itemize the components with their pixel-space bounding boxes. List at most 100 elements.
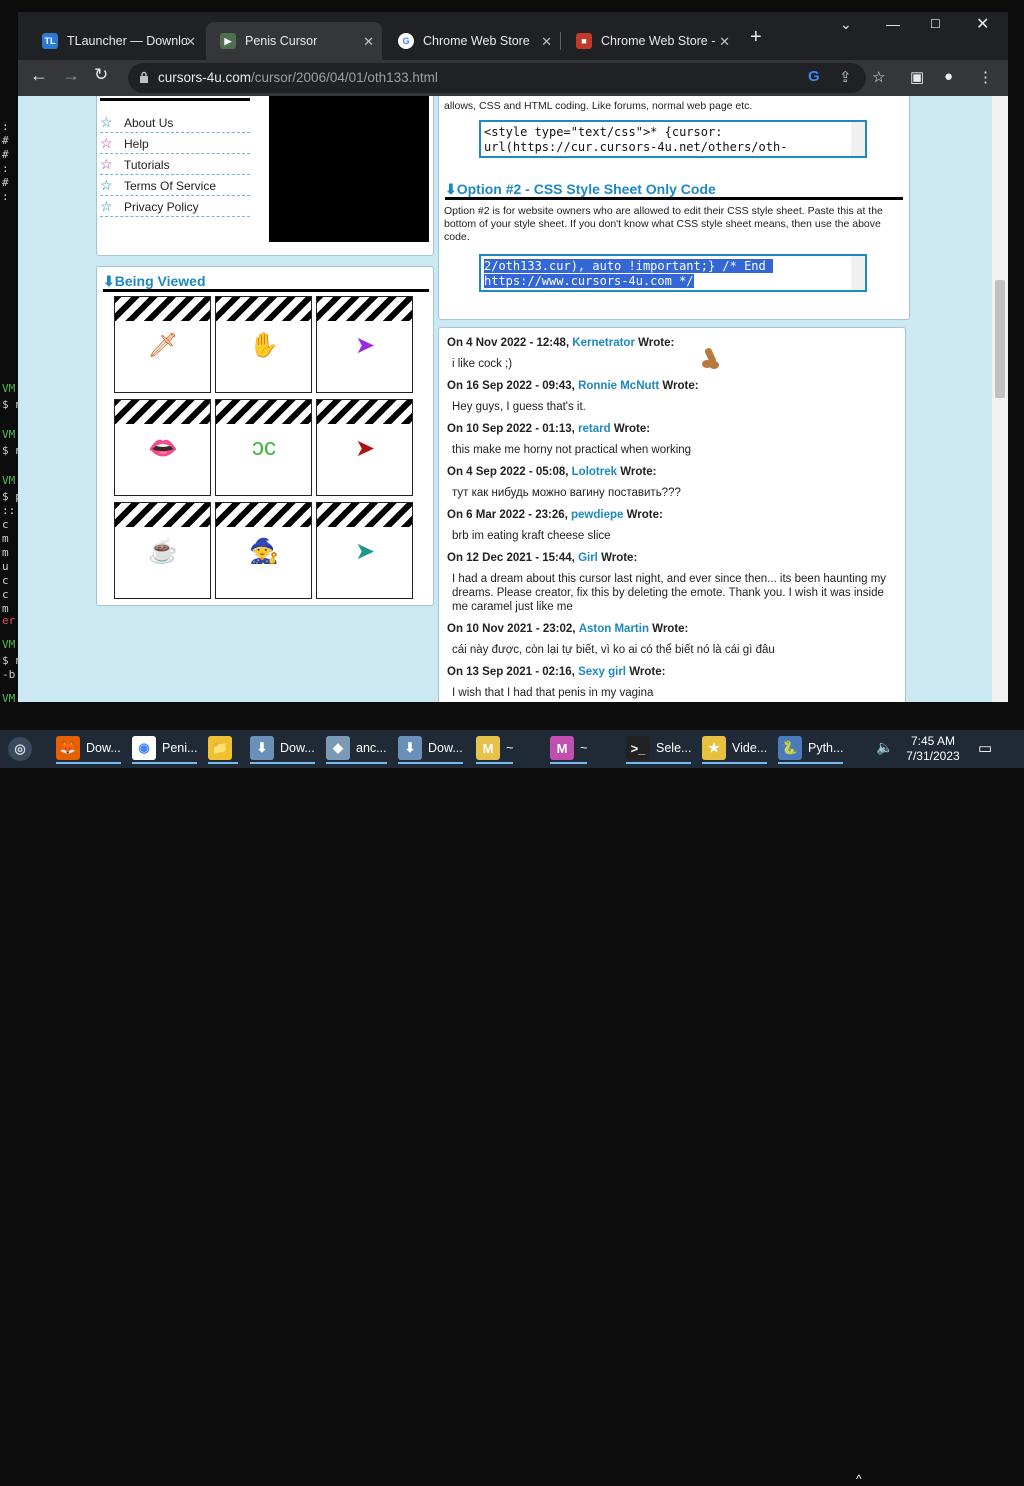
video-icon: ★ [702,736,726,760]
comment-user-link[interactable]: retard [578,423,611,435]
cursor-thumbnail[interactable]: ➤ [316,502,413,599]
bookmark-star-icon-2[interactable]: ☆ [872,68,885,86]
lock-icon[interactable] [139,71,149,84]
anc-icon: ◆ [326,736,350,760]
taskbar-item-label: Pyth... [808,741,844,755]
sidebar-item-about-us[interactable]: ☆ About Us [100,113,250,133]
comment-header: On 13 Sep 2021 - 02:16, Sexy girl Wrote: [447,665,897,679]
m-task-2[interactable]: M ~ [550,734,588,764]
scrollbar-thumb[interactable] [995,280,1005,398]
cursor-thumbnail[interactable]: 👄 [114,399,211,496]
reload-button[interactable]: ↻ [94,65,108,85]
comment-user-link[interactable]: Kernetrator [572,337,635,349]
cursor-thumbnail[interactable]: ➤ [316,399,413,496]
terminal-line: VM [2,638,16,651]
new-tab-button[interactable]: + [750,26,762,49]
web-page: ☆ About Us ☆ Help ☆ Tutorials ☆ Terms Of Servic… [18,96,992,702]
wizard-cursor-icon: 🧙 [249,537,279,565]
browser-toolbar: ← → ↻ cursors-4u.com/cursor/2006/04/01/o… [18,60,1008,96]
tab-0[interactable]: TL TLauncher — Downlo ✕ [28,22,204,60]
anc-task[interactable]: ◆ anc... [326,734,387,764]
volume-icon[interactable]: 🔈 [876,739,893,756]
sidebar-item-help[interactable]: ☆ Help [100,134,250,154]
comment-user-link[interactable]: Girl [578,552,598,564]
comment-user-link[interactable]: Aston Martin [579,623,649,635]
file-explorer-task[interactable]: 📁 [208,734,238,764]
page-scrollbar[interactable] [992,96,1008,702]
tab-2[interactable]: G Chrome Web Store ✕ [384,22,560,60]
taskbar-item-label: Sele... [656,741,692,755]
comment-date: On 16 Sep 2022 - 09:43, [447,380,575,392]
sidebar-item-privacy-policy[interactable]: ☆ Privacy Policy [100,197,250,217]
tab-close-icon[interactable]: ✕ [185,34,196,50]
cursor-thumbnail[interactable]: 🧙 [215,502,312,599]
close-window-button[interactable]: ✕ [976,14,989,34]
firefox-task[interactable]: 🦊 Dow... [56,734,121,764]
python-task[interactable]: 🐍 Pyth... [778,734,844,764]
option1-code-textarea[interactable]: <style type="text/css">* {cursor: url(ht… [479,120,867,158]
option2-description: Option #2 is for website owners who are … [444,205,883,243]
heading-rule [103,289,429,292]
comment-wrote: Wrote: [626,509,663,521]
start-button[interactable]: ◎ [8,734,38,764]
tab-search-icon[interactable]: ⌄ [840,16,852,33]
google-lens-icon[interactable]: G [808,68,820,85]
option2-code-textarea[interactable]: 2/oth133.cur), auto !important;} /* End … [479,254,867,292]
tray-chevron-icon[interactable]: ^ [856,1472,862,1486]
comment-user-link[interactable]: pewdiepe [571,509,623,521]
tab-title: TLauncher — Downlo [67,34,187,48]
notification-icon[interactable]: ▭ [978,739,992,757]
terminal-line: : [2,120,9,133]
terminal-line: VM [2,428,16,441]
comment-user-link[interactable]: Lolotrek [572,466,617,478]
terminal-line: $ p [2,490,18,503]
tab-close-icon[interactable]: ✕ [719,34,730,50]
tab-1[interactable]: ▶ Penis Cursor ✕ [206,22,382,60]
taskbar-item-label: anc... [356,741,387,755]
taskbar-clock[interactable]: 7:45 AM 7/31/2023 [898,734,968,764]
download-2-icon: ⬇ [398,736,422,760]
url-domain: cursors-4u.com [158,70,252,85]
maximize-button[interactable]: ☐ [930,17,941,31]
terminal-line: m [2,532,9,545]
address-url[interactable]: cursors-4u.com/cursor/2006/04/01/oth133.… [158,70,438,85]
cursor-thumbnail[interactable]: ➤ [316,296,413,393]
comment-header: On 6 Mar 2022 - 23:26, pewdiepe Wrote: [447,508,897,522]
google-icon: G [398,33,414,49]
cursor-thumbnail[interactable]: ✋ [215,296,312,393]
minimize-button[interactable]: — [886,16,900,32]
terminal-line: c [2,518,9,531]
tab-3[interactable]: ■ Chrome Web Store - ✕ [562,22,738,60]
sidebar-menu-box: ☆ About Us ☆ Help ☆ Tutorials ☆ Terms Of Servic… [96,96,434,256]
share-icon[interactable]: ⇪ [839,68,852,86]
menu-dots-icon[interactable]: ⋮ [978,68,993,86]
sidebar-item-terms-of-service[interactable]: ☆ Terms Of Service [100,176,250,196]
terminal-line: c [2,588,9,601]
profile-icon[interactable]: ● [944,68,953,85]
chrome-task[interactable]: ◉ Peni... [132,734,198,764]
forward-button[interactable]: → [62,65,80,86]
sidebar-item-tutorials[interactable]: ☆ Tutorials [100,155,250,175]
tab-close-icon[interactable]: ✕ [363,34,374,50]
comment-header: On 4 Nov 2022 - 12:48, Kernetrator Wrote… [447,336,897,350]
option2-scrollbar[interactable] [851,256,865,290]
chanel-cursor-icon: ↄc [252,434,276,461]
terminal-line: # [2,134,9,147]
download-task-2[interactable]: ⬇ Dow... [398,734,463,764]
terminal-task[interactable]: >_ Sele... [626,734,692,764]
option1-scrollbar[interactable] [851,122,865,156]
comment-user-link[interactable]: Ronnie McNutt [578,380,659,392]
address-bar[interactable]: cursors-4u.com/cursor/2006/04/01/oth133.… [128,63,866,93]
cursor-thumbnail[interactable]: ☕ [114,502,211,599]
comment-user-link[interactable]: Sexy girl [578,666,626,678]
cursor-thumbnail[interactable]: 🗡 [114,296,211,393]
comment-header: On 10 Sep 2022 - 01:13, retard Wrote: [447,422,897,436]
taskbar-item-label: ~ [580,741,588,755]
video-task[interactable]: ★ Vide... [702,734,768,764]
back-button[interactable]: ← [30,65,48,86]
cursor-thumbnail[interactable]: ↄc [215,399,312,496]
side-panel-icon[interactable]: ▣ [910,68,924,86]
m-task-1[interactable]: M ~ [476,734,514,764]
download-task-1[interactable]: ⬇ Dow... [250,734,315,764]
tab-close-icon[interactable]: ✕ [541,34,552,50]
